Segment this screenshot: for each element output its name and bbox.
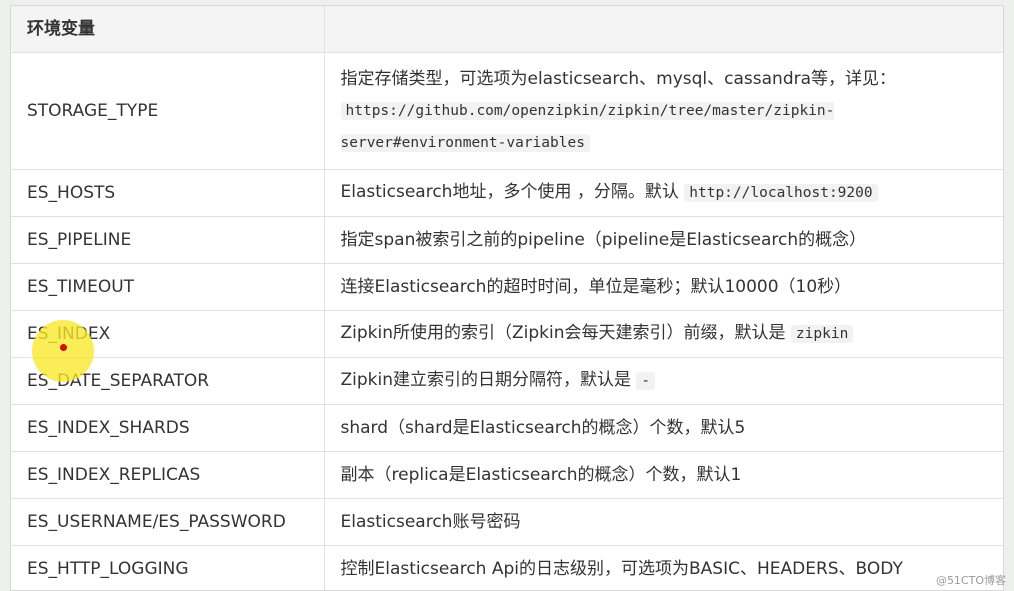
row-desc: Zipkin建立索引的日期分隔符，默认是 - <box>324 357 1003 405</box>
table-row: ES_INDEX Zipkin所使用的索引（Zipkin会每天建索引）前缀，默认… <box>11 310 1003 358</box>
table-row: ES_PIPELINE 指定span被索引之前的pipeline（pipelin… <box>11 216 1003 264</box>
watermark: @51CTO博客 <box>935 574 1006 587</box>
row-key: ES_TIMEOUT <box>11 263 325 311</box>
row-desc-code: https://github.com/openzipkin/zipkin/tre… <box>340 101 835 152</box>
row-desc: 控制Elasticsearch Api的日志级别，可选项为BASIC、HEADE… <box>324 545 1003 590</box>
row-key: ES_INDEX <box>11 310 325 358</box>
table-row: ES_INDEX_REPLICAS 副本（replica是Elasticsear… <box>11 451 1003 499</box>
table-row: ES_HTTP_LOGGING 控制Elasticsearch Api的日志级别… <box>11 545 1003 590</box>
header-description <box>324 6 1003 53</box>
table-row: STORAGE_TYPE 指定存储类型，可选项为elasticsearch、my… <box>11 52 1003 170</box>
row-key: ES_HOSTS <box>11 169 325 217</box>
row-desc: 连接Elasticsearch的超时时间，单位是毫秒；默认10000（10秒） <box>324 263 1003 311</box>
env-var-table: 环境变量 STORAGE_TYPE 指定存储类型，可选项为elasticsear… <box>11 6 1003 590</box>
row-desc: Elasticsearch账号密码 <box>324 498 1003 546</box>
table-row: ES_TIMEOUT 连接Elasticsearch的超时时间，单位是毫秒；默认… <box>11 263 1003 311</box>
row-desc-code: zipkin <box>790 325 854 343</box>
table-row: ES_INDEX_SHARDS shard（shard是Elasticsearc… <box>11 404 1003 452</box>
row-desc: shard（shard是Elasticsearch的概念）个数，默认5 <box>324 404 1003 452</box>
header-env-var: 环境变量 <box>11 6 325 53</box>
row-desc-code: - <box>636 372 656 390</box>
table-row: ES_HOSTS Elasticsearch地址，多个使用 ，分隔。默认 htt… <box>11 169 1003 217</box>
row-desc-code: http://localhost:9200 <box>684 184 878 202</box>
table-row: ES_USERNAME/ES_PASSWORD Elasticsearch账号密… <box>11 498 1003 546</box>
row-key: ES_INDEX_REPLICAS <box>11 451 325 499</box>
row-key: ES_PIPELINE <box>11 216 325 264</box>
row-desc: 指定span被索引之前的pipeline（pipeline是Elasticsea… <box>324 216 1003 264</box>
row-key: ES_USERNAME/ES_PASSWORD <box>11 498 325 546</box>
row-desc: 副本（replica是Elasticsearch的概念）个数，默认1 <box>324 451 1003 499</box>
row-desc-text: Zipkin所使用的索引（Zipkin会每天建索引）前缀，默认是 <box>340 323 791 343</box>
row-desc-text: 指定存储类型，可选项为elasticsearch、mysql、cassandra… <box>340 68 897 89</box>
table-header-row: 环境变量 <box>11 6 1003 53</box>
env-var-table-frame: 环境变量 STORAGE_TYPE 指定存储类型，可选项为elasticsear… <box>10 5 1004 591</box>
table-row: ES_DATE_SEPARATOR Zipkin建立索引的日期分隔符，默认是 - <box>11 357 1003 405</box>
row-key: ES_HTTP_LOGGING <box>11 545 325 590</box>
row-key: ES_DATE_SEPARATOR <box>11 357 325 405</box>
row-desc: 指定存储类型，可选项为elasticsearch、mysql、cassandra… <box>324 52 1003 170</box>
row-desc-text: Zipkin建立索引的日期分隔符，默认是 <box>340 370 637 390</box>
row-key: ES_INDEX_SHARDS <box>11 404 325 452</box>
row-desc: Elasticsearch地址，多个使用 ，分隔。默认 http://local… <box>324 169 1003 217</box>
row-key: STORAGE_TYPE <box>11 52 325 170</box>
row-desc-text: Elasticsearch地址，多个使用 ，分隔。默认 <box>340 182 685 202</box>
row-desc: Zipkin所使用的索引（Zipkin会每天建索引）前缀，默认是 zipkin <box>324 310 1003 358</box>
